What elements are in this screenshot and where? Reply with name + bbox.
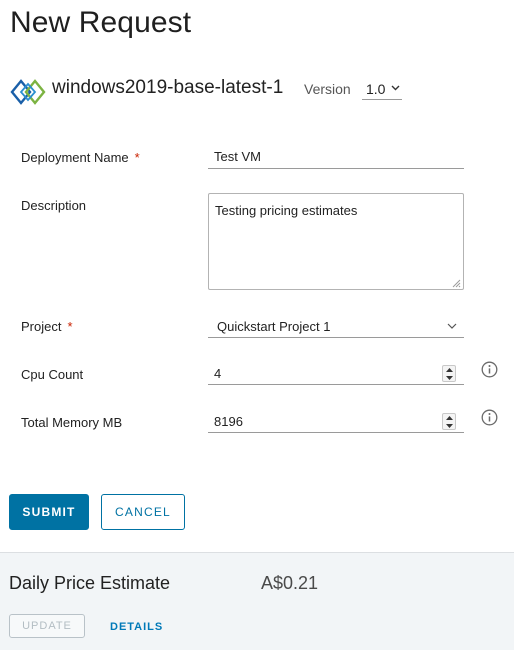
cpu-count-label: Cpu Count bbox=[21, 367, 84, 382]
deployment-name-input[interactable] bbox=[208, 145, 464, 169]
total-memory-value: 8196 bbox=[214, 414, 243, 429]
cpu-count-value: 4 bbox=[214, 366, 222, 381]
caret-down-icon[interactable] bbox=[443, 374, 455, 381]
project-value: Quickstart Project 1 bbox=[217, 319, 331, 334]
chevron-down-icon bbox=[391, 85, 400, 91]
version-value: 1.0 bbox=[366, 81, 386, 97]
version-label: Version bbox=[304, 81, 351, 97]
total-memory-label: Total Memory MB bbox=[21, 415, 123, 430]
page-title: New Request bbox=[10, 6, 192, 39]
price-estimate-panel: Daily Price Estimate A$0.21 UPDATE DETAI… bbox=[0, 552, 514, 650]
price-estimate-amount: A$0.21 bbox=[261, 573, 319, 593]
total-memory-spinner bbox=[442, 413, 456, 430]
update-button[interactable]: UPDATE bbox=[9, 614, 85, 638]
description-textarea[interactable]: Testing pricing estimates bbox=[208, 193, 464, 290]
deployment-name-label: Deployment Name * bbox=[21, 150, 140, 165]
project-label: Project * bbox=[21, 319, 73, 334]
description-label: Description bbox=[21, 198, 87, 213]
resize-grip-icon[interactable] bbox=[452, 279, 461, 288]
cpu-count-input[interactable]: 4 bbox=[208, 361, 464, 385]
cpu-count-spinner bbox=[442, 365, 456, 382]
cancel-button[interactable]: CANCEL bbox=[101, 494, 185, 530]
price-estimate-title: Daily Price Estimate bbox=[9, 573, 171, 593]
info-circle-icon[interactable] bbox=[481, 409, 498, 426]
caret-up-icon[interactable] bbox=[443, 366, 455, 373]
blueprint-name: windows2019-base-latest-1 bbox=[52, 77, 284, 98]
submit-button[interactable]: SUBMIT bbox=[9, 494, 89, 530]
required-marker: * bbox=[134, 150, 140, 165]
details-link[interactable]: DETAILS bbox=[110, 621, 163, 633]
version-select[interactable]: 1.0 bbox=[362, 78, 402, 100]
blueprint-logo-icon bbox=[10, 79, 46, 105]
project-select[interactable]: Quickstart Project 1 bbox=[208, 314, 464, 338]
info-circle-icon[interactable] bbox=[481, 361, 498, 378]
total-memory-input[interactable]: 8196 bbox=[208, 409, 464, 433]
caret-up-icon[interactable] bbox=[443, 414, 455, 421]
required-marker: * bbox=[67, 319, 73, 334]
blueprint-header: windows2019-base-latest-1 Version 1.0 bbox=[10, 76, 510, 105]
caret-down-icon[interactable] bbox=[443, 422, 455, 429]
chevron-down-icon bbox=[447, 323, 457, 329]
